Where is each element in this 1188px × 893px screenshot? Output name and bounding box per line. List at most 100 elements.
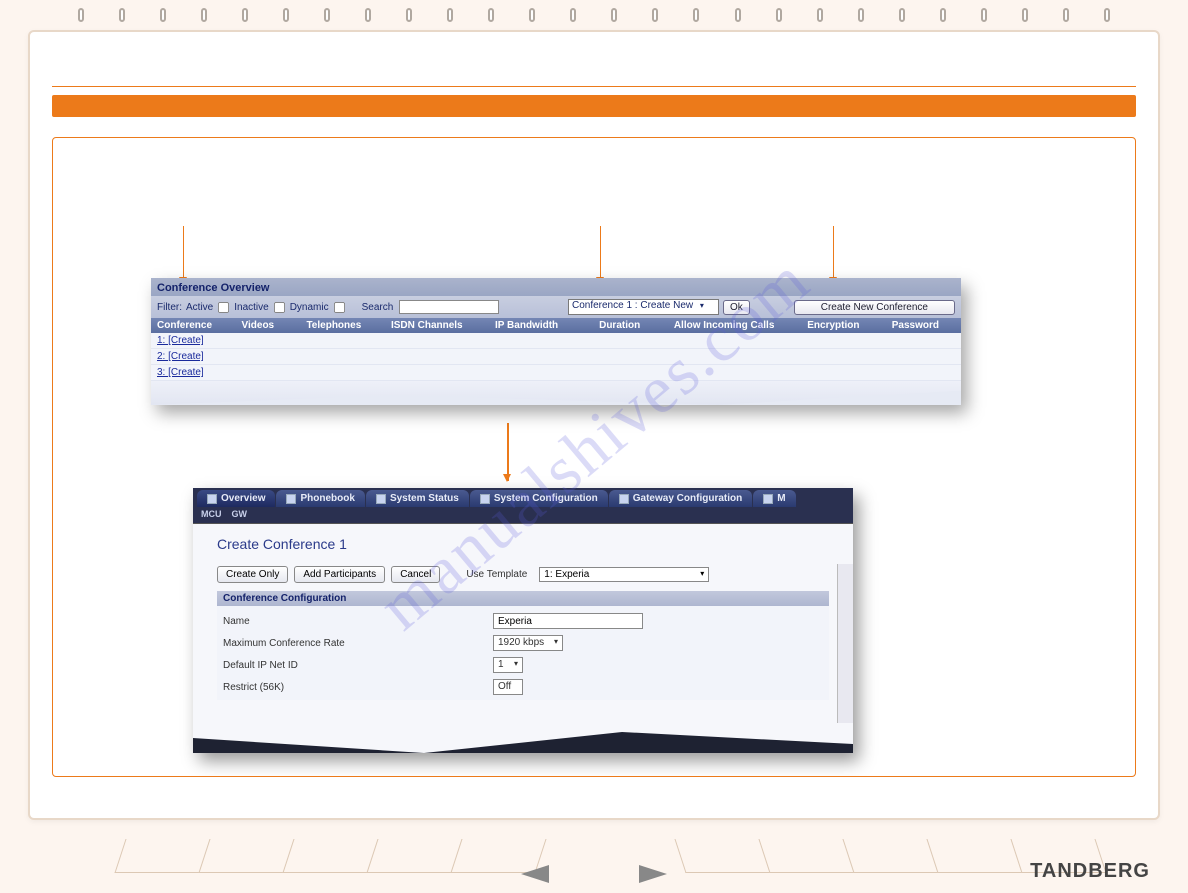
col-telephones: Telephones <box>306 320 375 331</box>
prev-page-icon[interactable] <box>521 865 549 883</box>
subtab-mcu[interactable]: MCU <box>201 509 222 519</box>
table-row: 3: [Create] <box>151 365 961 381</box>
tab-more-label: M <box>777 493 785 504</box>
tab-system-config-label: System Configuration <box>494 493 598 504</box>
create-link-3[interactable]: 3: [Create] <box>157 367 204 378</box>
conference-overview-panel: Conference Overview Filter: Active Inact… <box>151 278 961 405</box>
create-new-conference-button[interactable]: Create New Conference <box>794 300 955 315</box>
chevron-down-icon: ▾ <box>700 301 704 310</box>
torn-edge <box>151 381 961 405</box>
max-rate-value: 1920 kbps <box>498 637 544 649</box>
ok-button[interactable]: Ok <box>723 300 750 315</box>
filter-inactive-label: Inactive <box>234 302 268 313</box>
cancel-button[interactable]: Cancel <box>391 566 440 583</box>
max-rate-label: Maximum Conference Rate <box>223 638 493 649</box>
callout-arrow-icon <box>507 423 509 481</box>
status-icon <box>376 494 386 504</box>
config-form: Name Maximum Conference Rate 1920 kbps ▾… <box>217 606 829 700</box>
create-link-2[interactable]: 2: [Create] <box>157 351 204 362</box>
next-page-icon[interactable] <box>639 865 667 883</box>
net-id-label: Default IP Net ID <box>223 660 493 671</box>
create-link-1[interactable]: 1: [Create] <box>157 335 204 346</box>
form-row: Default IP Net ID 1 ▾ <box>223 654 823 676</box>
table-row: 2: [Create] <box>151 349 961 365</box>
tab-more[interactable]: M <box>753 490 795 507</box>
subtab-gw[interactable]: GW <box>232 509 248 519</box>
use-template-select[interactable]: 1: Experia ▾ <box>539 567 709 582</box>
filter-inactive-checkbox[interactable] <box>274 301 285 312</box>
col-isdn: ISDN Channels <box>391 320 479 331</box>
search-input[interactable] <box>399 300 499 314</box>
content-frame: Conference Overview Filter: Active Inact… <box>52 137 1136 777</box>
col-conference: Conference <box>157 320 226 331</box>
form-row: Restrict (56K) Off <box>223 676 823 698</box>
section-bar <box>52 95 1136 117</box>
create-body: Create Conference 1 Create Only Add Part… <box>193 523 853 723</box>
search-label: Search <box>362 302 394 313</box>
col-videos: Videos <box>242 320 291 331</box>
col-encryption: Encryption <box>807 320 876 331</box>
tab-slot[interactable] <box>758 839 854 873</box>
table-row: 1: [Create] <box>151 333 961 349</box>
net-id-select[interactable]: 1 ▾ <box>493 657 523 673</box>
create-conference-panel: Overview Phonebook System Status System … <box>193 488 853 753</box>
col-allow-incoming: Allow Incoming Calls <box>674 320 791 331</box>
footer: TANDBERG <box>0 833 1188 893</box>
panel-title: Conference Overview <box>151 278 961 296</box>
add-participants-button[interactable]: Add Participants <box>294 566 385 583</box>
tab-overview-label: Overview <box>221 493 265 504</box>
use-template-value: 1: Experia <box>544 569 589 580</box>
filter-dynamic-label: Dynamic <box>290 302 329 313</box>
chevron-down-icon: ▾ <box>700 569 704 580</box>
torn-edge <box>193 723 853 753</box>
tab-slot[interactable] <box>366 839 462 873</box>
tab-slot[interactable] <box>282 839 378 873</box>
restrict-label: Restrict (56K) <box>223 682 493 693</box>
table-header: Conference Videos Telephones ISDN Channe… <box>151 318 961 333</box>
tab-slot[interactable] <box>926 839 1022 873</box>
wrench-icon <box>480 494 490 504</box>
filter-active-checkbox[interactable] <box>218 301 229 312</box>
page-card: Conference Overview Filter: Active Inact… <box>28 30 1160 820</box>
form-row: Maximum Conference Rate 1920 kbps ▾ <box>223 632 823 654</box>
book-icon <box>286 494 296 504</box>
chevron-down-icon: ▾ <box>554 637 558 649</box>
name-input[interactable] <box>493 613 643 629</box>
net-id-value: 1 <box>498 659 504 671</box>
create-only-button[interactable]: Create Only <box>217 566 288 583</box>
brand-logo: TANDBERG <box>1030 860 1150 883</box>
tab-slot[interactable] <box>674 839 770 873</box>
callout-arrow-icon <box>833 226 834 284</box>
callout-arrow-icon <box>600 226 601 284</box>
tab-slot[interactable] <box>198 839 294 873</box>
scrollbar[interactable] <box>837 564 853 723</box>
wrench-icon <box>619 494 629 504</box>
conference-select[interactable]: Conference 1 : Create New ▾ <box>568 299 719 315</box>
create-title: Create Conference 1 <box>217 536 829 552</box>
tab-slot[interactable] <box>842 839 938 873</box>
restrict-select[interactable]: Off <box>493 679 523 695</box>
filter-dynamic-checkbox[interactable] <box>334 301 345 312</box>
filter-active-label: Active <box>186 302 213 313</box>
tab-overview[interactable]: Overview <box>197 490 275 507</box>
tab-system-configuration[interactable]: System Configuration <box>470 490 608 507</box>
filter-label: Filter: <box>157 302 182 313</box>
divider-line <box>52 86 1136 87</box>
tab-slot[interactable] <box>114 839 210 873</box>
callout-arrow-icon <box>183 226 184 284</box>
filter-bar: Filter: Active Inactive Dynamic Search C… <box>151 296 961 318</box>
conference-config-section: Conference Configuration <box>217 591 829 606</box>
tab-gateway-configuration[interactable]: Gateway Configuration <box>609 490 752 507</box>
sub-tabs: MCU GW <box>193 507 853 523</box>
tab-phonebook-label: Phonebook <box>300 493 354 504</box>
col-ip-bandwidth: IP Bandwidth <box>495 320 583 331</box>
tab-gateway-config-label: Gateway Configuration <box>633 493 742 504</box>
chevron-down-icon: ▾ <box>514 659 518 671</box>
wrench-icon <box>763 494 773 504</box>
overview-icon <box>207 494 217 504</box>
tab-phonebook[interactable]: Phonebook <box>276 490 364 507</box>
col-duration: Duration <box>599 320 658 331</box>
conference-select-value: Conference 1 : Create New <box>572 300 693 311</box>
tab-system-status[interactable]: System Status <box>366 490 469 507</box>
max-rate-select[interactable]: 1920 kbps ▾ <box>493 635 563 651</box>
